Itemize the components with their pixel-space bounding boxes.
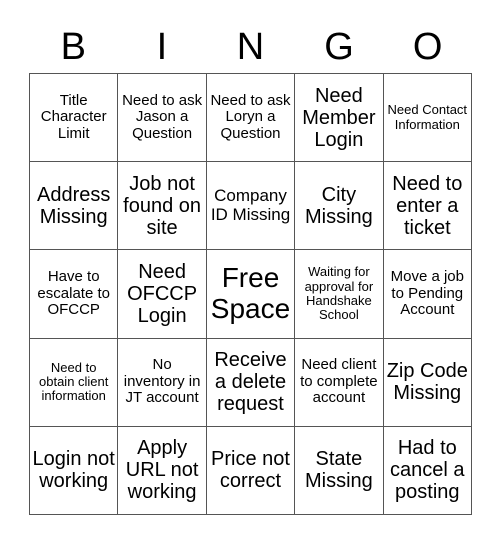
header-letter-o: O xyxy=(412,26,443,68)
cell-label: Need to ask Jason a Question xyxy=(122,91,203,142)
cell-label: Had to cancel a posting xyxy=(390,437,465,504)
bingo-grid: Title Character Limit Need to ask Jason a… xyxy=(29,73,472,515)
cell-label: Job not found on site xyxy=(123,172,202,239)
cell-label: Receive a delete request xyxy=(214,349,287,416)
bingo-cell[interactable]: Need to ask Loryn a Question xyxy=(206,74,296,163)
cell-label: Need OFCCP Login xyxy=(127,260,198,327)
bingo-cell[interactable]: Move a job to Pending Account xyxy=(383,250,472,339)
cell-label: Free Space xyxy=(210,262,291,324)
bingo-cell[interactable]: Company ID Missing xyxy=(206,162,296,251)
bingo-header: B I N G O xyxy=(29,22,472,72)
bingo-cell[interactable]: Login not working xyxy=(30,426,119,515)
header-letter-n: N xyxy=(236,26,265,68)
cell-label: Address Missing xyxy=(37,183,111,228)
cell-label: Need Member Login xyxy=(302,84,376,151)
bingo-cell[interactable]: Need to enter a ticket xyxy=(383,162,472,251)
bingo-cell[interactable]: Receive a delete request xyxy=(206,338,296,427)
bingo-cell[interactable]: Job not found on site xyxy=(118,162,207,251)
cell-label: Company ID Missing xyxy=(210,186,291,224)
cell-label: Move a job to Pending Account xyxy=(390,268,464,319)
bingo-cell[interactable]: Need Member Login xyxy=(295,74,384,163)
bingo-cell[interactable]: Had to cancel a posting xyxy=(383,426,472,515)
cell-label: Need Contact Information xyxy=(387,102,468,132)
header-letter-i: I xyxy=(156,26,168,68)
cell-label: Need client to complete account xyxy=(300,356,378,407)
bingo-cell[interactable]: No inventory in JT account xyxy=(118,338,207,427)
cell-label: Price not correct xyxy=(211,448,290,493)
bingo-cell[interactable]: Need client to complete account xyxy=(295,338,384,427)
bingo-cell[interactable]: Apply URL not working xyxy=(118,426,207,515)
bingo-cell[interactable]: Need Contact Information xyxy=(383,74,472,163)
free-space-cell[interactable]: Free Space xyxy=(206,250,296,339)
cell-label: Title Character Limit xyxy=(40,91,107,142)
cell-label: No inventory in JT account xyxy=(123,356,201,407)
cell-label: Need to obtain client information xyxy=(39,359,109,404)
cell-label: Waiting for approval for Handshake Schoo… xyxy=(304,264,374,323)
cell-label: Need to enter a ticket xyxy=(392,172,463,239)
bingo-cell[interactable]: Need OFCCP Login xyxy=(118,250,207,339)
bingo-cell[interactable]: City Missing xyxy=(295,162,384,251)
cell-label: City Missing xyxy=(304,183,373,228)
bingo-cell[interactable]: Have to escalate to OFCCP xyxy=(30,250,119,339)
bingo-cell[interactable]: Waiting for approval for Handshake Schoo… xyxy=(295,250,384,339)
bingo-cell[interactable]: Title Character Limit xyxy=(30,74,119,163)
header-letter-g: G xyxy=(324,26,354,68)
bingo-cell[interactable]: Price not correct xyxy=(206,426,296,515)
bingo-cell[interactable]: Need to ask Jason a Question xyxy=(118,74,207,163)
bingo-cell[interactable]: State Missing xyxy=(295,426,384,515)
bingo-cell[interactable]: Zip Code Missing xyxy=(383,338,472,427)
cell-label: Have to escalate to OFCCP xyxy=(37,268,110,319)
bingo-cell[interactable]: Address Missing xyxy=(30,162,119,251)
cell-label: Login not working xyxy=(32,448,115,493)
cell-label: Need to ask Loryn a Question xyxy=(210,91,291,142)
bingo-cell[interactable]: Need to obtain client information xyxy=(30,338,119,427)
cell-label: Zip Code Missing xyxy=(386,360,468,405)
cell-label: State Missing xyxy=(304,448,373,493)
header-letter-b: B xyxy=(60,26,86,68)
cell-label: Apply URL not working xyxy=(125,437,199,504)
